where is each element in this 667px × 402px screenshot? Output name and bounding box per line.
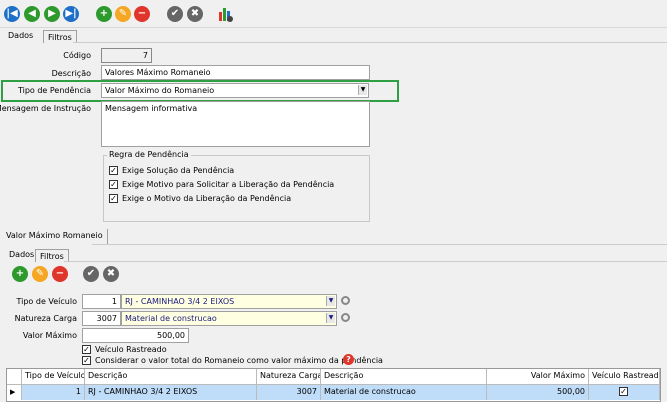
tipo-pendencia-select[interactable]: Valor Máximo do Romaneio ▼ (101, 83, 369, 98)
chevron-down-icon[interactable]: ▼ (326, 313, 335, 323)
mensagem-label: Mensagem de Instrução (0, 104, 91, 113)
tipo-veiculo-code[interactable]: 1 (82, 294, 121, 309)
considerar-label: Considerar o valor total do Romaneio com… (95, 356, 383, 365)
subtab-dados[interactable]: Dados (5, 248, 39, 262)
mensagem-textarea[interactable]: Mensagem informativa (101, 101, 370, 147)
search-icon[interactable] (341, 296, 350, 305)
grid-header-rastreado[interactable]: Veículo Rastreado (589, 369, 660, 384)
table-row-valor[interactable]: 500,00 (487, 385, 589, 400)
table-row-natureza-descricao[interactable]: Material de construcao (321, 385, 487, 400)
delete-icon[interactable]: − (52, 266, 68, 282)
natureza-combo[interactable]: Material de construcao ▼ (121, 311, 337, 326)
grid-header-descricao[interactable]: Descrição (85, 369, 257, 384)
tipo-pendencia-value: Valor Máximo do Romaneio (105, 86, 215, 95)
natureza-value: Material de construcao (125, 314, 217, 323)
row-indicator-icon: ▶ (7, 385, 22, 400)
tipo-veiculo-value: RJ - CAMINHAO 3/4 2 EIXOS (125, 297, 235, 306)
descricao-field[interactable]: Valores Máximo Romaneio (101, 65, 370, 80)
next-icon[interactable]: ▶ (44, 6, 60, 22)
rastreado-checkbox[interactable]: ✓ (619, 387, 628, 396)
table-row-tipo[interactable]: 1 (22, 385, 85, 400)
cancel-icon[interactable]: ✖ (187, 6, 203, 22)
search-icon[interactable] (341, 313, 350, 322)
regra-label-2: Exige Motivo para Solicitar a Liberação … (122, 180, 335, 189)
confirm-icon[interactable]: ✔ (83, 266, 99, 282)
edit-icon[interactable]: ✎ (115, 6, 131, 22)
confirm-icon[interactable]: ✔ (167, 6, 183, 22)
valor-maximo-field[interactable]: 500,00 (82, 328, 189, 343)
tab-dados[interactable]: Dados (4, 29, 38, 43)
last-icon[interactable]: ▶| (63, 6, 79, 22)
veiculo-rastreado-label: Veículo Rastreado (95, 345, 167, 354)
grid-indicator-header (7, 369, 22, 384)
table-row-rastreado[interactable]: ✓ (589, 385, 660, 400)
regra-label-3: Exige o Motivo da Liberação da Pendência (122, 194, 292, 203)
tipo-veiculo-label: Tipo de Veículo (16, 297, 77, 306)
delete-icon[interactable]: − (134, 6, 150, 22)
first-icon[interactable]: |◀ (4, 6, 20, 22)
natureza-code[interactable]: 3007 (82, 311, 121, 326)
report-settings-icon[interactable] (217, 6, 233, 22)
considerar-checkbox[interactable]: ✓ (82, 356, 91, 365)
natureza-label: Natureza Carga (14, 314, 77, 323)
previous-icon[interactable]: ◀ (24, 6, 40, 22)
tipo-pendencia-label: Tipo de Pendência (17, 86, 91, 95)
add-icon[interactable]: + (12, 266, 28, 282)
regra-label-1: Exige Solução da Pendência (122, 166, 235, 175)
grid-header-natureza-descricao[interactable]: Descrição (321, 369, 487, 384)
chevron-down-icon[interactable]: ▼ (358, 85, 367, 95)
table-row-descricao[interactable]: RJ - CAMINHAO 3/4 2 EIXOS (85, 385, 257, 400)
edit-icon[interactable]: ✎ (32, 266, 48, 282)
regra-checkbox-3[interactable]: ✓ (109, 194, 118, 203)
codigo-label: Código (63, 51, 91, 60)
table-row-natureza[interactable]: 3007 (257, 385, 321, 400)
regra-checkbox-2[interactable]: ✓ (109, 180, 118, 189)
grid-header-natureza[interactable]: Natureza Carga (257, 369, 321, 384)
veiculo-rastreado-checkbox[interactable]: ✓ (82, 345, 91, 354)
regra-checkbox-1[interactable]: ✓ (109, 166, 118, 175)
chevron-down-icon[interactable]: ▼ (326, 296, 335, 306)
toolbar-divider (0, 27, 667, 28)
tipo-veiculo-combo[interactable]: RJ - CAMINHAO 3/4 2 EIXOS ▼ (121, 294, 337, 309)
cancel-icon[interactable]: ✖ (103, 266, 119, 282)
tab-filtros[interactable]: Filtros (43, 30, 77, 43)
grid-header-tipo[interactable]: Tipo de Veículo (22, 369, 85, 384)
add-icon[interactable]: + (96, 6, 112, 22)
codigo-field: 7 (101, 48, 152, 63)
help-icon[interactable]: ? (343, 354, 354, 365)
grid-header-valor[interactable]: Valor Máximo (487, 369, 589, 384)
descricao-label: Descrição (51, 69, 91, 78)
regra-title: Regra de Pendência (107, 150, 191, 159)
valor-maximo-label: Valor Máximo (22, 331, 77, 340)
tab-valor-maximo-romaneio[interactable]: Valor Máximo Romaneio (2, 229, 108, 244)
